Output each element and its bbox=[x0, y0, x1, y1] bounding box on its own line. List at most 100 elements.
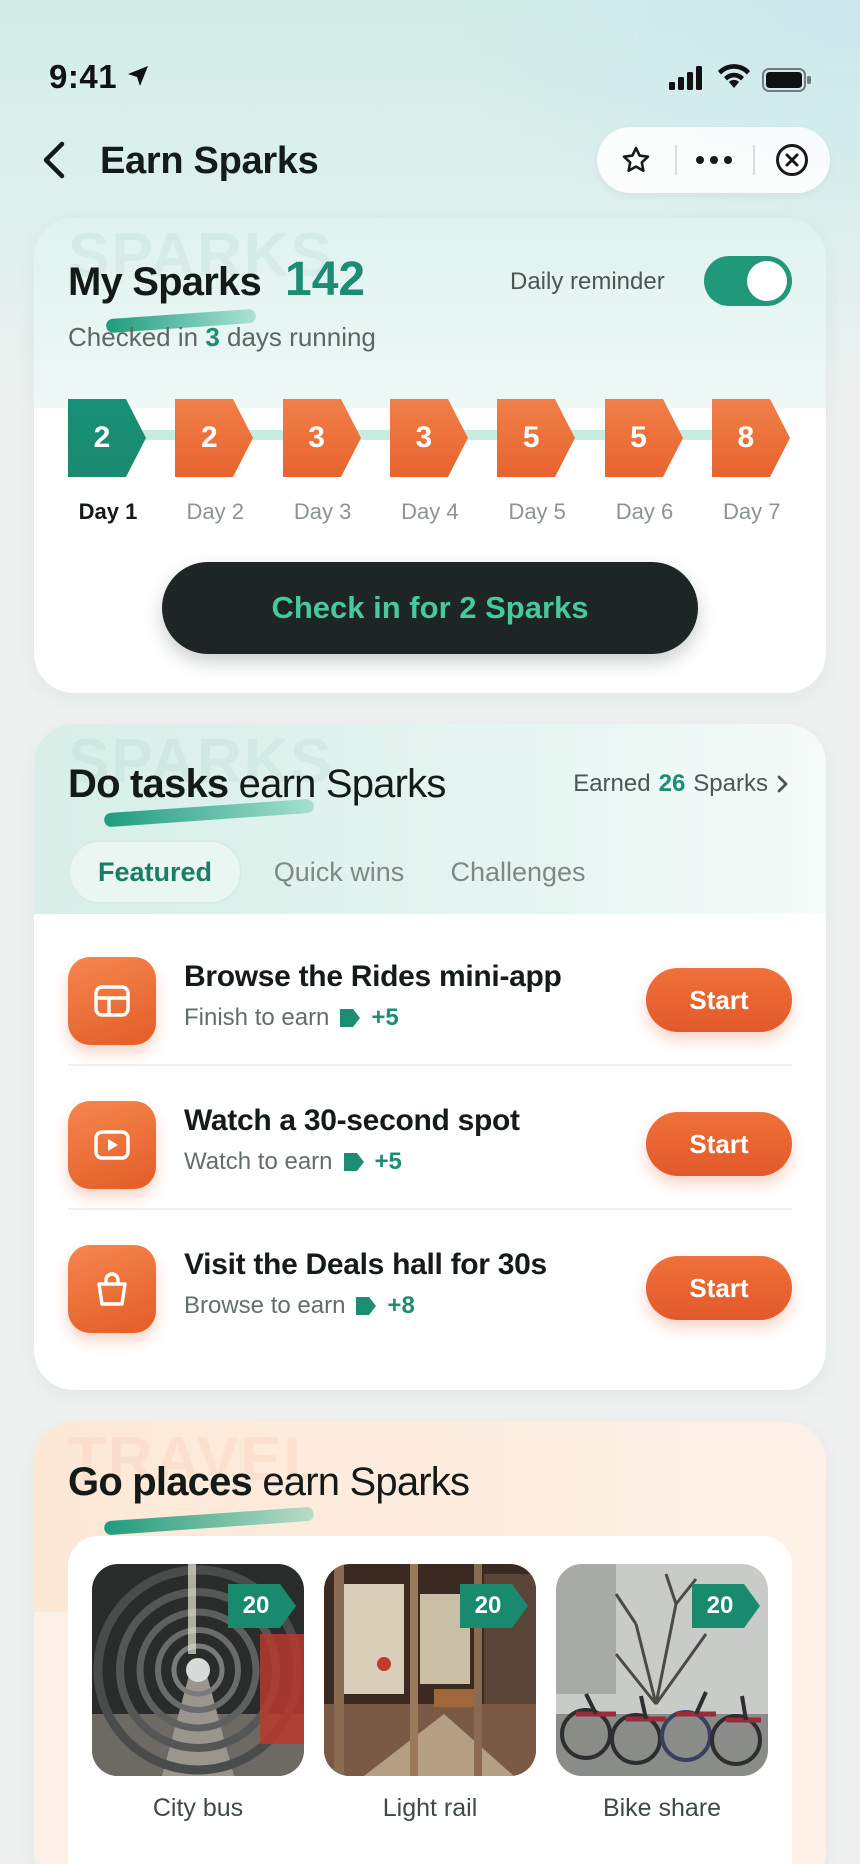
task-points: +5 bbox=[374, 1148, 402, 1175]
spark-tag-icon bbox=[340, 1009, 361, 1027]
day-badge: 5 bbox=[497, 399, 577, 477]
spark-tag-icon bbox=[343, 1153, 364, 1171]
sparks-balance: 142 bbox=[285, 253, 366, 306]
start-button[interactable]: Start bbox=[646, 1112, 792, 1176]
task-points: +8 bbox=[387, 1292, 415, 1319]
streak-prefix: Checked in bbox=[68, 322, 199, 352]
favorite-button[interactable] bbox=[601, 127, 671, 193]
back-chevron-icon[interactable] bbox=[36, 138, 76, 182]
close-circle-icon bbox=[776, 144, 808, 176]
day-points: 3 bbox=[308, 421, 325, 454]
travel-section-title: Go places earn Sparks bbox=[68, 1460, 470, 1505]
place-item[interactable]: 20 Light rail bbox=[324, 1564, 536, 1822]
rail-carriage-photo: 20 bbox=[324, 1564, 536, 1776]
day-points: 8 bbox=[737, 421, 755, 454]
daily-reminder-label: Daily reminder bbox=[510, 268, 665, 295]
place-label: Light rail bbox=[382, 1794, 478, 1822]
tab-featured[interactable]: Featured bbox=[68, 840, 242, 904]
more-button[interactable] bbox=[679, 127, 749, 193]
badge-points: 20 bbox=[474, 1592, 502, 1619]
place-label: City bus bbox=[152, 1794, 244, 1822]
day-badge: 8 bbox=[711, 399, 792, 477]
badge-points: 20 bbox=[706, 1592, 734, 1619]
start-button[interactable]: Start bbox=[646, 1256, 792, 1320]
mini-program-capsule bbox=[597, 127, 830, 193]
close-button[interactable] bbox=[757, 127, 827, 193]
chevron-right-icon bbox=[777, 775, 788, 793]
day-badge: 2 bbox=[68, 399, 148, 477]
day-label: Day 2 bbox=[186, 499, 245, 524]
task-title: Visit the Deals hall for 30s bbox=[184, 1248, 547, 1281]
tab-challenges[interactable]: Challenges bbox=[438, 840, 598, 904]
location-arrow-icon bbox=[128, 66, 148, 86]
tasks-title-bold: Do tasks bbox=[68, 762, 229, 806]
travel-title-bold: Go places bbox=[68, 1460, 253, 1504]
earned-sparks-link[interactable]: Earned 26 Sparks bbox=[573, 770, 790, 798]
day-points: 2 bbox=[93, 421, 111, 454]
checkin-button[interactable]: Check in for 2 Sparks bbox=[162, 562, 698, 654]
task-item: Watch a 30-second spot Watch to earn +5 … bbox=[68, 1066, 792, 1210]
badge-points: 20 bbox=[242, 1592, 270, 1619]
task-subtitle: Watch to earn +5 bbox=[184, 1148, 402, 1176]
browser-icon bbox=[68, 957, 156, 1045]
bus-tunnel-photo: 20 bbox=[92, 1564, 304, 1776]
streak-days: 3 bbox=[205, 322, 220, 352]
tab-quick-wins[interactable]: Quick wins bbox=[264, 840, 414, 904]
task-subtitle: Finish to earn +5 bbox=[184, 1004, 399, 1032]
day-label: Day 4 bbox=[401, 499, 459, 524]
cellular-signal-icon bbox=[669, 66, 702, 90]
tasks-card: SPARKS Do tasks earn Sparks Earned 26 Sp… bbox=[34, 724, 826, 1390]
capsule-divider bbox=[753, 145, 755, 175]
day-label: Day 5 bbox=[508, 499, 566, 524]
wifi-icon bbox=[718, 64, 750, 88]
place-item[interactable]: 20 City bus bbox=[92, 1564, 304, 1822]
day-points: 5 bbox=[630, 421, 647, 454]
checkin-card: SPARKS My Sparks 142 Checked in 3 days r… bbox=[34, 218, 826, 693]
place-item[interactable]: 20 Bike share bbox=[556, 1564, 768, 1822]
status-time: 9:41 bbox=[49, 58, 118, 95]
day-points: 2 bbox=[200, 421, 218, 454]
streak-text: Checked in 3 days running bbox=[68, 322, 376, 353]
day-label: Day 3 bbox=[293, 499, 352, 524]
task-item: Visit the Deals hall for 30s Browse to e… bbox=[68, 1210, 792, 1354]
task-points: +5 bbox=[371, 1004, 399, 1031]
points-badge: 20 bbox=[692, 1584, 762, 1628]
tasks-section-title: Do tasks earn Sparks bbox=[68, 762, 446, 807]
task-title: Watch a 30-second spot bbox=[184, 1104, 520, 1137]
day-badge: 2 bbox=[175, 399, 255, 477]
toggle-knob bbox=[747, 261, 787, 301]
day-label: Day 7 bbox=[723, 499, 781, 524]
task-subtitle-text: Watch to earn bbox=[184, 1148, 333, 1175]
task-subtitle-text: Browse to earn bbox=[184, 1292, 346, 1319]
task-title: Browse the Rides mini-app bbox=[184, 960, 562, 993]
earned-value: 26 bbox=[658, 770, 686, 797]
checkin-day: 3 Day 4 bbox=[389, 399, 470, 524]
checkin-day: 8 Day 7 bbox=[711, 399, 792, 524]
day-badge: 3 bbox=[389, 399, 470, 477]
day-label: Day 1 bbox=[78, 499, 138, 524]
checkin-day: 2 Day 2 bbox=[175, 399, 255, 524]
nav-bar: Earn Sparks bbox=[0, 118, 860, 208]
earned-suffix: Sparks bbox=[693, 770, 768, 797]
streak-suffix: days running bbox=[227, 322, 376, 352]
status-bar: 9:41 bbox=[0, 0, 860, 110]
checkin-day: 5 Day 6 bbox=[604, 399, 685, 524]
travel-card: TRAVEL Go places earn Sparks 20 City bus… bbox=[34, 1422, 826, 1864]
checkin-day: 3 Day 3 bbox=[282, 399, 363, 524]
day-points: 3 bbox=[415, 421, 433, 454]
points-badge: 20 bbox=[460, 1584, 530, 1628]
bike-rack-photo: 20 bbox=[556, 1564, 768, 1776]
battery-icon bbox=[762, 68, 811, 92]
page-title: Earn Sparks bbox=[100, 140, 319, 182]
task-subtitle-text: Finish to earn bbox=[184, 1004, 330, 1031]
day-badge: 3 bbox=[282, 399, 363, 477]
more-dots-icon bbox=[696, 156, 732, 164]
task-subtitle: Browse to earn +8 bbox=[184, 1292, 415, 1320]
start-button[interactable]: Start bbox=[646, 968, 792, 1032]
star-icon bbox=[622, 146, 650, 172]
day-badge: 5 bbox=[604, 399, 685, 477]
day-label: Day 6 bbox=[615, 499, 674, 524]
play-icon bbox=[68, 1101, 156, 1189]
earned-prefix: Earned bbox=[573, 770, 651, 797]
daily-reminder-toggle[interactable] bbox=[704, 256, 792, 306]
